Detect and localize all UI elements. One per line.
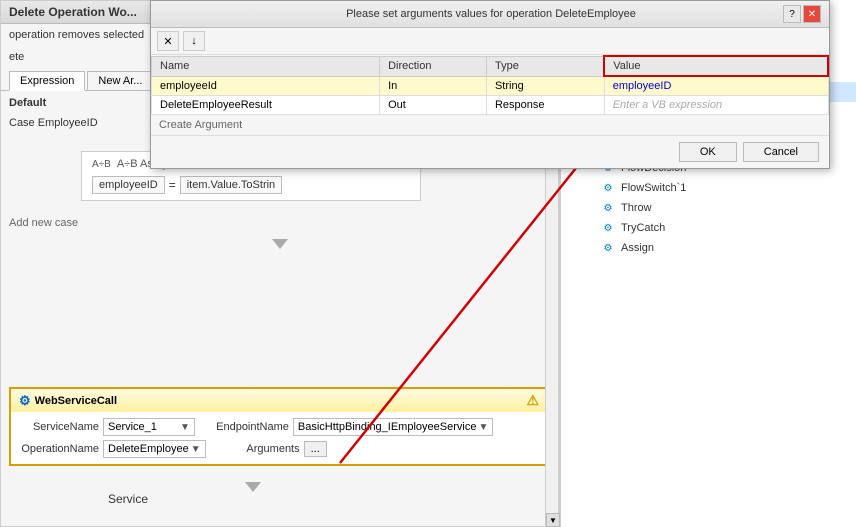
row2-name: DeleteEmployeeResult [152, 96, 380, 115]
create-argument-text: Create Argument [159, 119, 242, 131]
row2-direction: Out [380, 96, 487, 115]
assign-left-value: employeeID [99, 179, 158, 191]
row2-value[interactable]: Enter a VB expression [604, 96, 828, 115]
modal-close-button[interactable]: ✕ [803, 5, 821, 23]
wsblock-service-value: Service_1 [108, 421, 178, 433]
tab-expression-label: Expression [20, 75, 74, 87]
wsblock-title-label: WebServiceCall [35, 395, 117, 407]
tab-expression[interactable]: Expression [9, 71, 85, 91]
wsblock-endpoint-dropdown-icon[interactable]: ▼ [478, 422, 488, 433]
cancel-label: Cancel [764, 146, 798, 158]
add-case-text: Add new case [9, 217, 78, 229]
cancel-button[interactable]: Cancel [743, 142, 819, 162]
wsblock-operation-value: DeleteEmployee [108, 443, 189, 455]
wsblock-arguments-value: ... [311, 443, 320, 455]
wsblock-endpoint-label: EndpointName [199, 421, 289, 433]
row1-value[interactable]: employeeID [604, 76, 828, 96]
assign-right-label: Assign [621, 242, 654, 254]
modal-toolbar-x-button[interactable]: ✕ [157, 31, 179, 51]
modal-toolbar-down-button[interactable]: ↓ [183, 31, 205, 51]
wsblock-arguments-button[interactable]: ... [304, 441, 327, 457]
modal-title: Please set arguments values for operatio… [199, 8, 783, 20]
wsblock-service-select[interactable]: Service_1 ▼ [103, 418, 195, 436]
row2-type: Response [486, 96, 604, 115]
wsblock-endpoint-value: BasicHttpBinding_IEmployeeService [298, 421, 477, 433]
scroll-down-button[interactable]: ▼ [546, 513, 560, 527]
wsblock-fields: ServiceName Service_1 ▼ EndpointName Bas… [11, 412, 547, 464]
table-row[interactable]: DeleteEmployeeResult Out Response Enter … [152, 96, 829, 115]
modal-toolbar: ✕ ↓ [151, 28, 829, 55]
right-item-assign[interactable]: ⚙ Assign [561, 238, 856, 258]
wsblock-icon: ⚙ [19, 393, 31, 409]
bottom-chevron-down-icon [245, 482, 261, 492]
tab-new-arg-label: New Ar... [98, 75, 142, 87]
row1-direction: In [380, 76, 487, 96]
bg-title-text: Delete Operation Wo... [9, 5, 137, 19]
col-value-header: Value [604, 56, 828, 76]
table-header-row: Name Direction Type Value [152, 56, 829, 76]
service-label-text: Service [108, 492, 148, 506]
wsblock-operation-select[interactable]: DeleteEmployee ▼ [103, 440, 206, 458]
bg-desc-text: operation removes selected [9, 29, 144, 41]
wsblock-endpoint-select[interactable]: BasicHttpBinding_IEmployeeService ▼ [293, 418, 493, 436]
wsblock-operation-label: OperationName [19, 443, 99, 455]
create-argument-link[interactable]: Create Argument [151, 115, 829, 135]
table-row[interactable]: employeeId In String employeeID [152, 76, 829, 96]
col-name-header: Name [152, 56, 380, 76]
modal-footer: OK Cancel [151, 135, 829, 168]
row1-type: String [486, 76, 604, 96]
row1-name: employeeId [152, 76, 380, 96]
chevron-down-icon [272, 239, 288, 249]
modal-help-button[interactable]: ? [783, 5, 801, 23]
default-text: Default [9, 97, 46, 109]
tab-new-argument[interactable]: New Ar... [87, 71, 153, 90]
bottom-chevron-container [241, 478, 265, 496]
wsblock-service-label: ServiceName [19, 421, 99, 433]
modal-titlebar: Please set arguments values for operatio… [151, 1, 829, 28]
wsblock-service-dropdown-icon[interactable]: ▼ [180, 422, 190, 433]
ok-label: OK [700, 146, 716, 158]
wsblock-arguments-label: Arguments [210, 443, 300, 455]
wsblock-operation-dropdown-icon[interactable]: ▼ [191, 444, 201, 455]
warning-icon: ⚠ [526, 392, 539, 409]
assign-right-icon: ⚙ [601, 241, 615, 255]
modal-title-buttons: ? ✕ [783, 5, 821, 23]
arguments-table: Name Direction Type Value employeeId In … [151, 55, 829, 115]
modal-dialog: Please set arguments values for operatio… [150, 0, 830, 169]
modal-overlay: Please set arguments values for operatio… [150, 0, 850, 230]
wsblock-operation-row: OperationName DeleteEmployee ▼ Arguments… [19, 440, 539, 458]
wsblock-service-row: ServiceName Service_1 ▼ EndpointName Bas… [19, 418, 539, 436]
assign-icon: A÷B [92, 159, 111, 170]
wsblock-title-text: ⚙ WebServiceCall [19, 393, 117, 409]
service-label-bottom: Service [108, 492, 148, 506]
case-text: Case EmployeeID [9, 117, 98, 129]
ok-button[interactable]: OK [679, 142, 737, 162]
chevron-down-container [1, 235, 559, 253]
wsblock: ⚙ WebServiceCall ⚠ ServiceName Service_1… [9, 387, 549, 466]
col-direction-header: Direction [380, 56, 487, 76]
wsblock-title-bar: ⚙ WebServiceCall ⚠ [11, 389, 547, 412]
col-type-header: Type [486, 56, 604, 76]
